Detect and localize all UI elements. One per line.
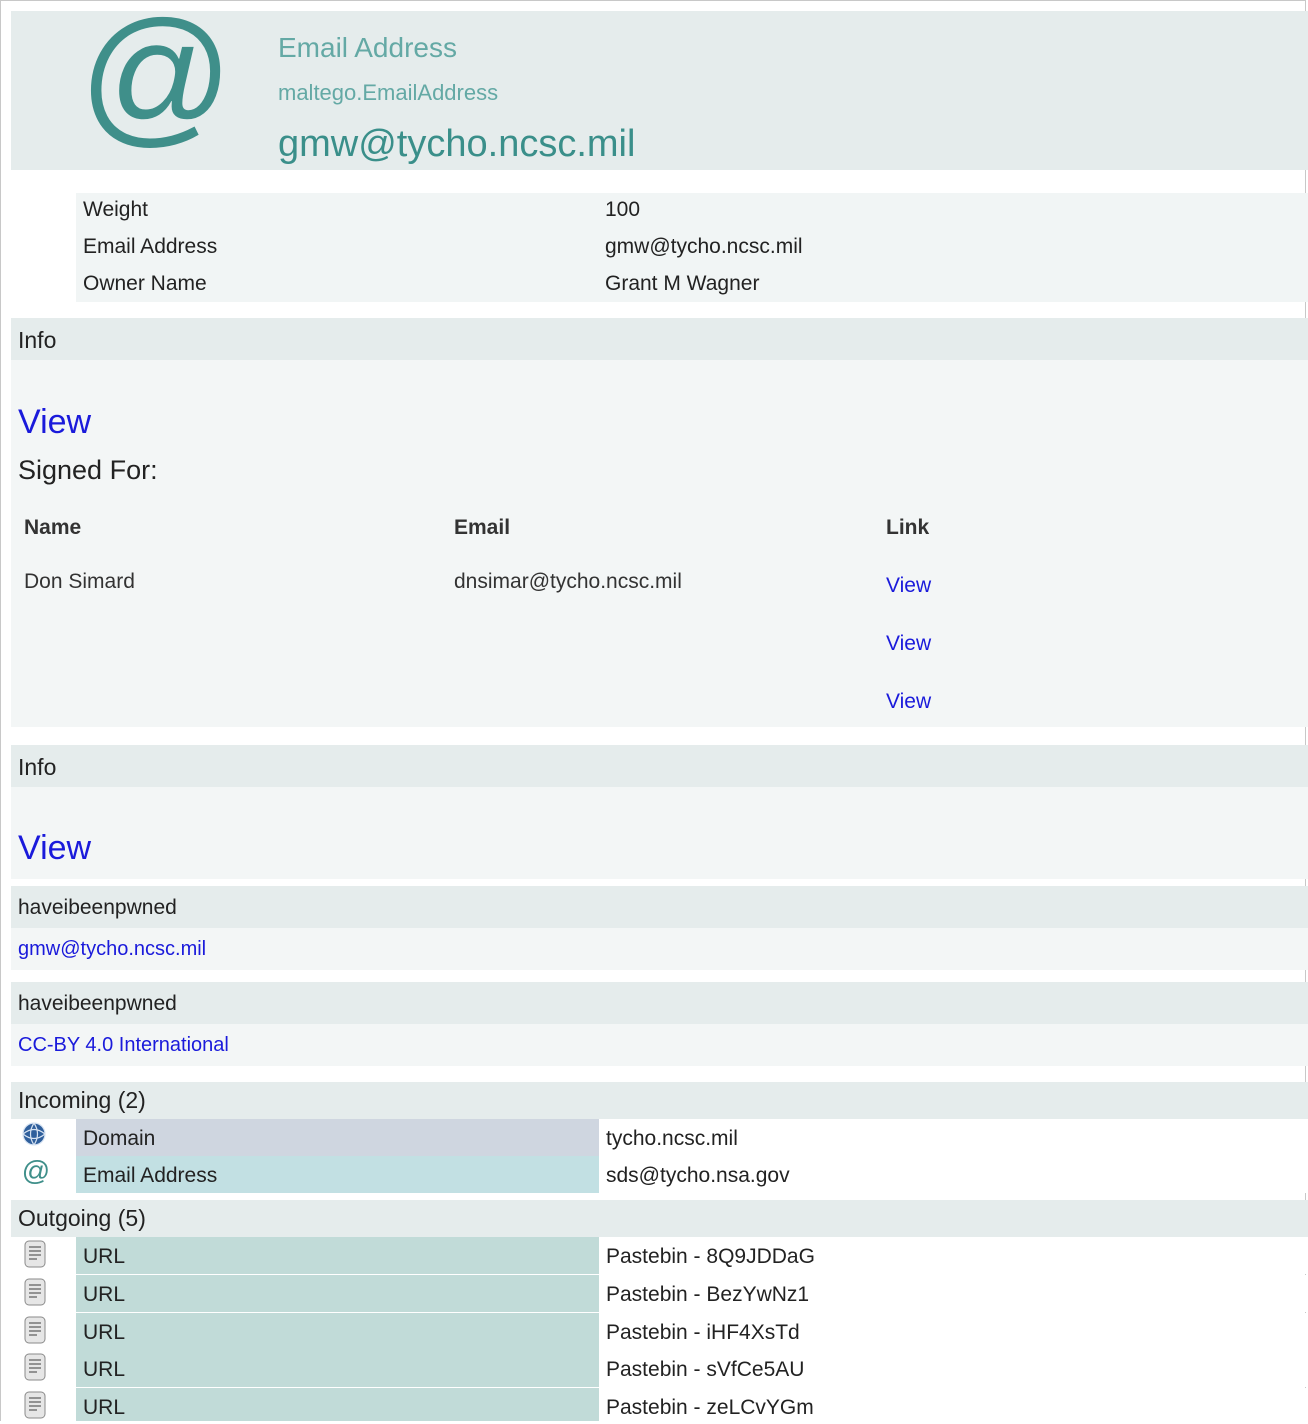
properties-table: Weight 100 Email Address gmw@tycho.ncsc.… — [76, 193, 1308, 302]
at-sign-icon: @ — [21, 1155, 51, 1186]
signer-view-link[interactable]: View — [886, 574, 931, 598]
property-row: Owner Name Grant M Wagner — [76, 267, 1308, 304]
column-header-name: Name — [24, 516, 82, 539]
outgoing-value-cell: Pastebin - zeLCvYGm — [599, 1388, 1308, 1421]
property-value: gmw@tycho.ncsc.mil — [605, 235, 803, 258]
outgoing-value-cell: Pastebin - sVfCe5AU — [599, 1350, 1308, 1387]
incoming-row[interactable]: @ Email Address sds@tycho.nsa.gov — [11, 1156, 1308, 1193]
view-link[interactable]: View — [18, 403, 91, 442]
entity-type-label: Email Address — [278, 32, 457, 63]
outgoing-value: Pastebin - zeLCvYGm — [606, 1396, 814, 1419]
outgoing-value-cell: Pastebin - BezYwNz1 — [599, 1275, 1308, 1312]
outgoing-type: URL — [83, 1283, 126, 1306]
incoming-value-cell: tycho.ncsc.mil — [599, 1119, 1308, 1156]
property-value: Grant M Wagner — [605, 272, 760, 295]
property-key: Email Address — [83, 235, 218, 258]
outgoing-value-cell: Pastebin - 8Q9JDDaG — [599, 1237, 1308, 1274]
info-section-title: Info — [18, 754, 57, 780]
hibp-section-title: haveibeenpwned — [18, 896, 177, 919]
info-section-body: View — [11, 787, 1308, 879]
incoming-type: Domain — [83, 1127, 156, 1150]
at-sign-icon: @ — [79, 0, 234, 160]
outgoing-value-cell: Pastebin - iHF4XsTd — [599, 1313, 1308, 1350]
entity-value: gmw@tycho.ncsc.mil — [278, 123, 636, 165]
incoming-type-cell: Domain — [76, 1119, 599, 1156]
incoming-title: Incoming (2) — [18, 1087, 146, 1113]
outgoing-type: URL — [83, 1321, 126, 1344]
outgoing-row[interactable]: URL Pastebin - zeLCvYGm — [11, 1388, 1308, 1421]
incoming-value-cell: sds@tycho.nsa.gov — [599, 1156, 1308, 1193]
property-row: Weight 100 — [76, 193, 1308, 230]
license-link[interactable]: CC-BY 4.0 International — [18, 1034, 229, 1057]
view-link[interactable]: View — [18, 829, 91, 868]
hibp-section-body: CC-BY 4.0 International — [11, 1024, 1308, 1066]
outgoing-type-cell: URL — [76, 1350, 599, 1387]
info-section-header: Info — [11, 745, 1308, 787]
entity-type-id: maltego.EmailAddress — [278, 80, 499, 105]
outgoing-title: Outgoing (5) — [18, 1205, 146, 1231]
url-icon — [24, 1240, 46, 1268]
outgoing-header: Outgoing (5) — [11, 1200, 1308, 1237]
incoming-value: tycho.ncsc.mil — [606, 1127, 738, 1150]
signed-for-heading: Signed For: — [18, 455, 158, 485]
incoming-value: sds@tycho.nsa.gov — [606, 1164, 790, 1187]
property-value: 100 — [605, 198, 641, 221]
globe-domain-icon — [22, 1122, 46, 1146]
outgoing-type: URL — [83, 1358, 126, 1381]
signer-email: dnsimar@tycho.ncsc.mil — [454, 570, 682, 593]
incoming-header: Incoming (2) — [11, 1082, 1308, 1119]
url-icon — [24, 1316, 46, 1344]
incoming-row[interactable]: Domain tycho.ncsc.mil — [11, 1119, 1308, 1156]
outgoing-row[interactable]: URL Pastebin - BezYwNz1 — [11, 1275, 1308, 1312]
outgoing-type: URL — [83, 1396, 126, 1419]
outgoing-value: Pastebin - 8Q9JDDaG — [606, 1245, 815, 1268]
hibp-section-header: haveibeenpwned — [11, 982, 1308, 1024]
hibp-section-body: gmw@tycho.ncsc.mil — [11, 928, 1308, 970]
outgoing-type-cell: URL — [76, 1313, 599, 1350]
outgoing-row[interactable]: URL Pastebin - sVfCe5AU — [11, 1350, 1308, 1387]
url-icon — [24, 1353, 46, 1381]
outgoing-value: Pastebin - sVfCe5AU — [606, 1358, 805, 1381]
hibp-section-title: haveibeenpwned — [18, 992, 177, 1015]
property-row: Email Address gmw@tycho.ncsc.mil — [76, 230, 1308, 267]
incoming-type: Email Address — [83, 1164, 218, 1187]
property-key: Owner Name — [83, 272, 207, 295]
outgoing-value: Pastebin - iHF4XsTd — [606, 1321, 800, 1344]
outgoing-row[interactable]: URL Pastebin - 8Q9JDDaG — [11, 1237, 1308, 1274]
property-key: Weight — [83, 198, 148, 221]
entity-header: @ Email Address maltego.EmailAddress gmw… — [11, 0, 1308, 170]
outgoing-value: Pastebin - BezYwNz1 — [606, 1283, 810, 1306]
hibp-email-link[interactable]: gmw@tycho.ncsc.mil — [18, 938, 206, 961]
outgoing-type: URL — [83, 1245, 126, 1268]
signer-view-link[interactable]: View — [886, 632, 931, 656]
outgoing-row[interactable]: URL Pastebin - iHF4XsTd — [11, 1313, 1308, 1350]
info-section-header: Info — [11, 318, 1308, 360]
column-header-email: Email — [454, 516, 511, 539]
info-section-title: Info — [18, 327, 57, 353]
outgoing-type-cell: URL — [76, 1237, 599, 1274]
info-section-body: View Signed For: Name Email Link Don Sim… — [11, 360, 1308, 727]
url-icon — [24, 1391, 46, 1419]
hibp-section-header: haveibeenpwned — [11, 886, 1308, 928]
url-icon — [24, 1278, 46, 1306]
incoming-type-cell: Email Address — [76, 1156, 599, 1193]
signer-name: Don Simard — [24, 570, 135, 593]
outgoing-type-cell: URL — [76, 1275, 599, 1312]
outgoing-type-cell: URL — [76, 1388, 599, 1421]
signer-view-link[interactable]: View — [886, 690, 931, 714]
column-header-link: Link — [886, 516, 930, 539]
